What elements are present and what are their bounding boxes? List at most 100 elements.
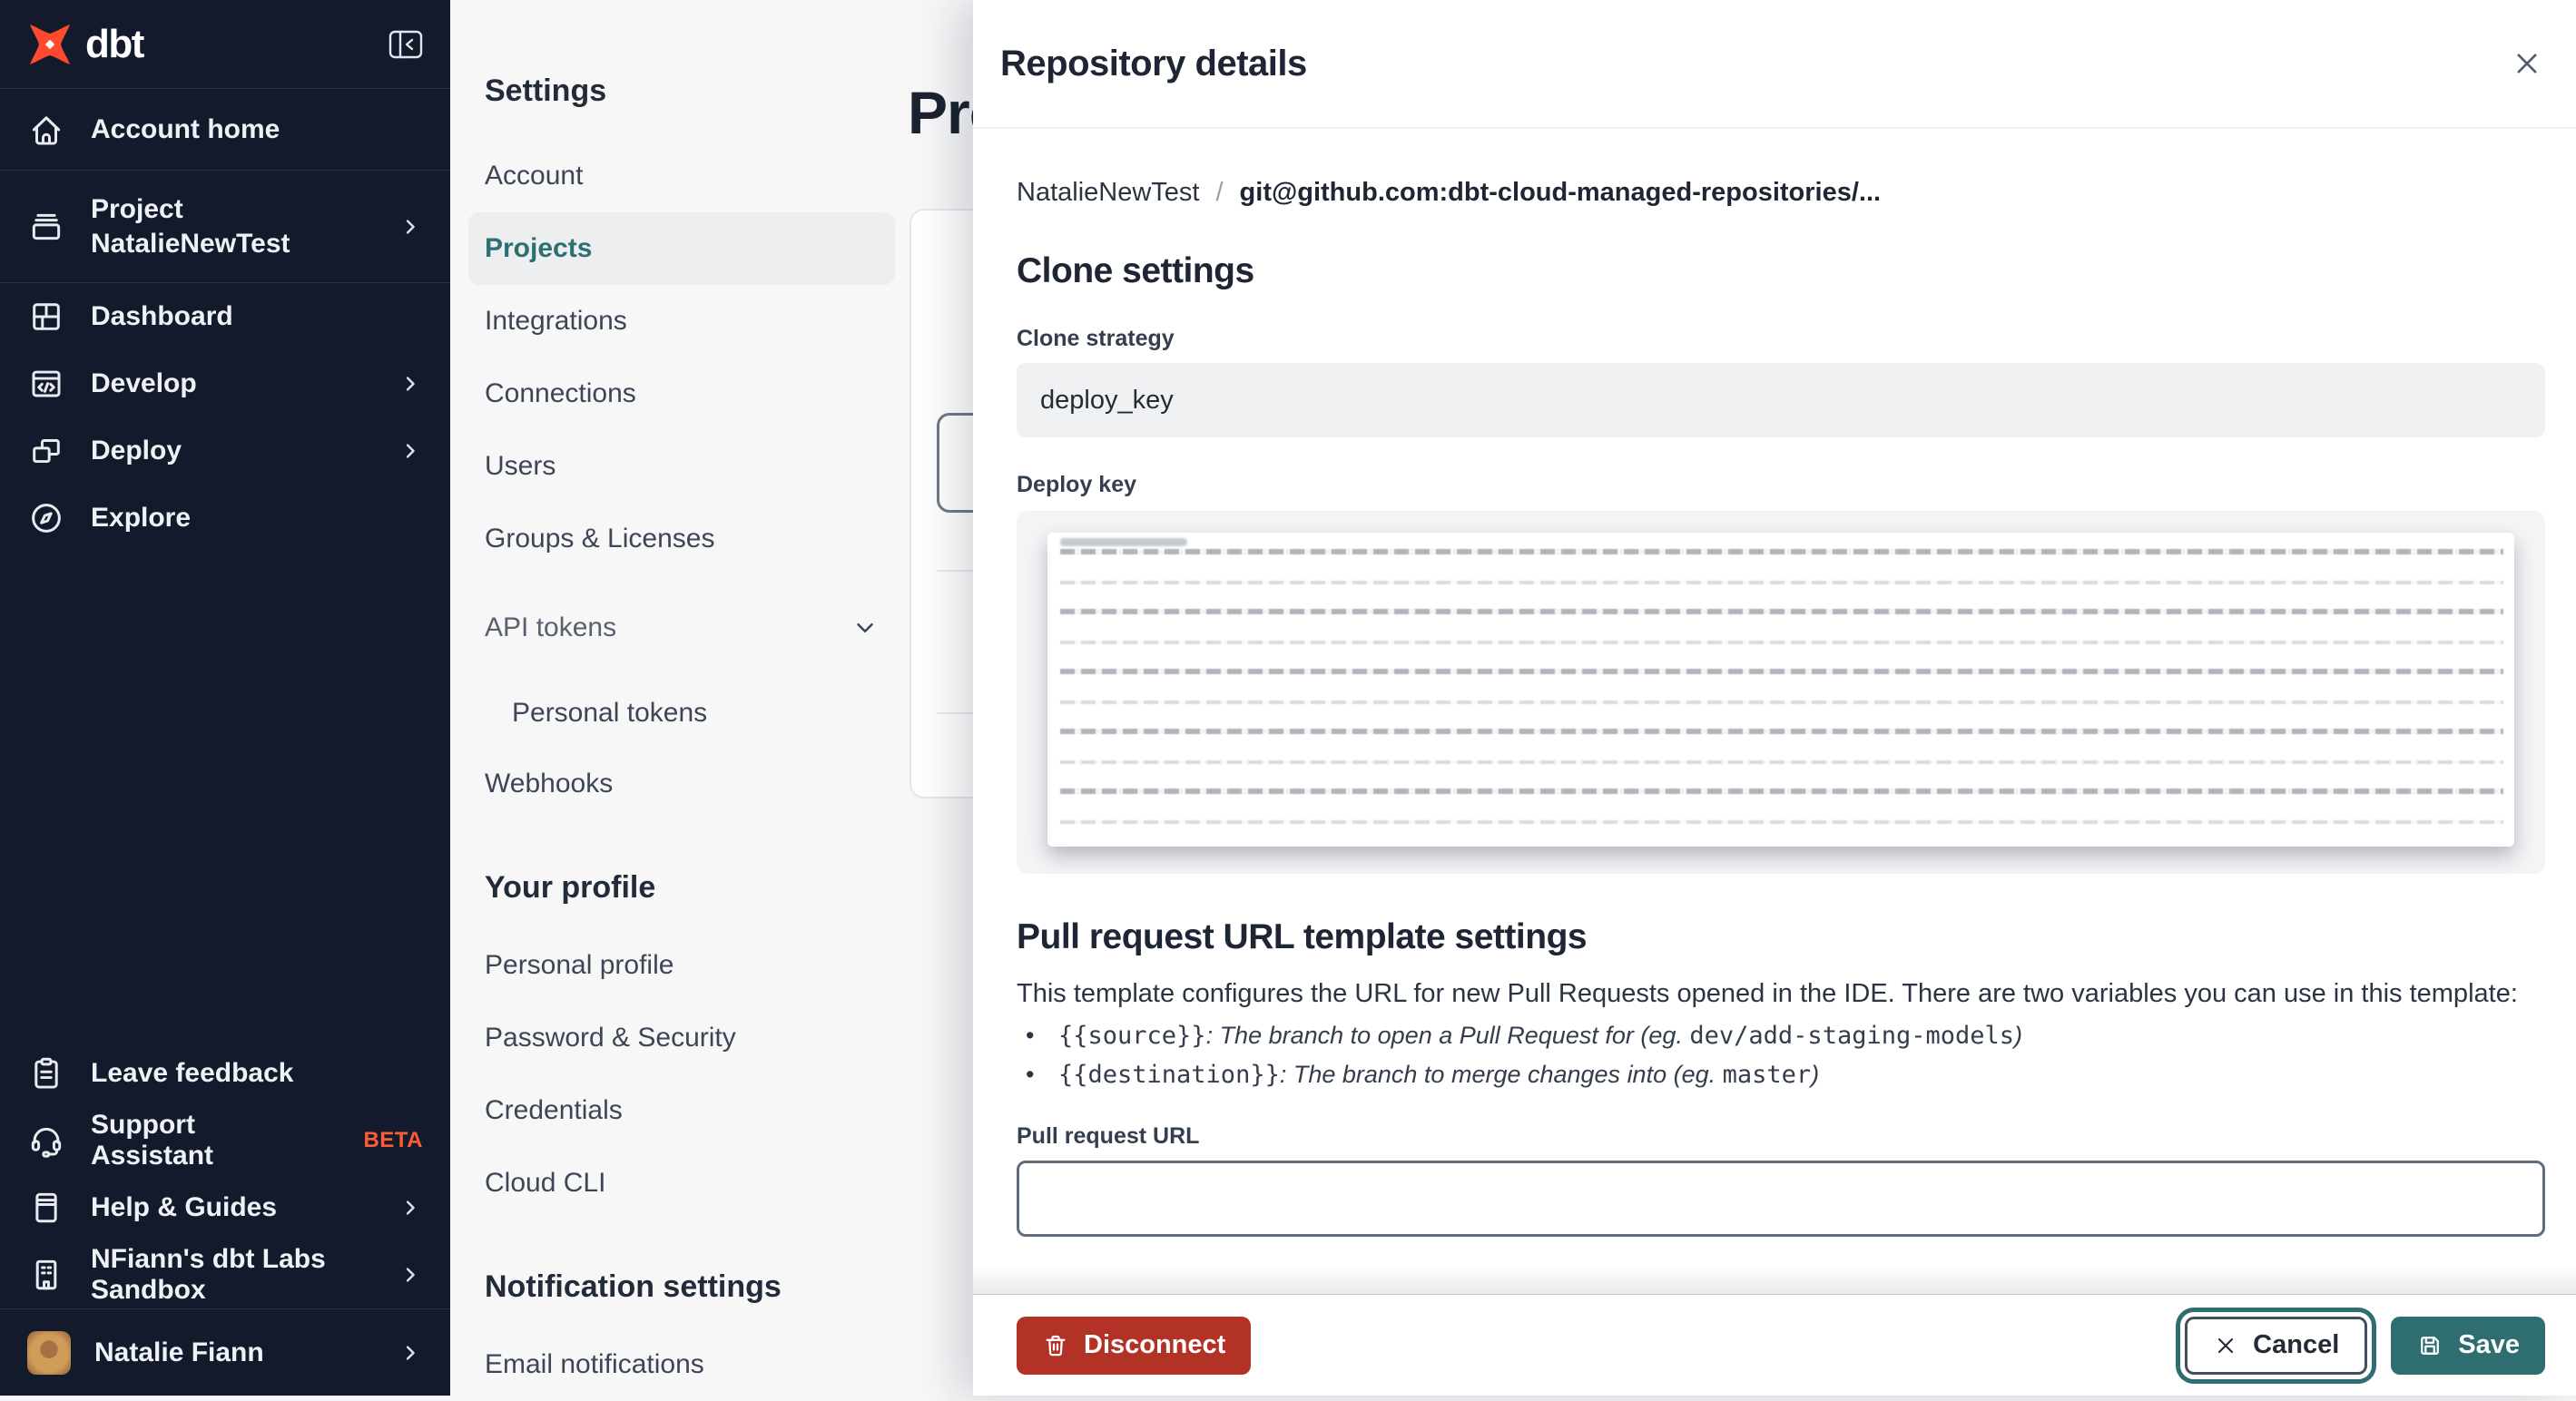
settings-nav-users[interactable]: Users [468, 430, 895, 503]
close-drawer-button[interactable] [2509, 45, 2545, 82]
dbt-logo: dbt [27, 21, 144, 67]
clone-settings-heading: Clone settings [1017, 251, 1254, 290]
app-sidebar: dbt Account home Project NatalieNewTest … [0, 0, 450, 1396]
chevron-right-icon [406, 1200, 415, 1215]
deploy-windows-icon [33, 438, 60, 464]
chevron-down-icon [857, 623, 873, 632]
variable-close-paren: ) [1811, 1061, 1820, 1088]
drawer-footer-actions: Cancel Save [2176, 1316, 2545, 1375]
building-icon [35, 1259, 57, 1290]
close-icon [2517, 54, 2537, 73]
settings-nav-connections[interactable]: Connections [468, 358, 895, 430]
save-floppy-icon [2421, 1336, 2440, 1355]
sidebar-item-label: Support Assistant [91, 1110, 214, 1171]
list-item: • {{source}} : The branch to open a Pull… [1026, 1022, 2545, 1050]
sidebar-item-leave-feedback[interactable]: Leave feedback [0, 1040, 450, 1107]
save-button[interactable]: Save [2391, 1316, 2545, 1375]
dbt-logo-icon [30, 24, 70, 64]
variable-description: : The branch to open a Pull Request for … [1205, 1022, 1690, 1049]
sidebar-item-label: Explore [91, 503, 192, 533]
drawer-title: Repository details [1000, 43, 1307, 83]
drawer-header: Repository details [973, 0, 2576, 129]
repository-details-drawer: Repository details NatalieNewTest / git@… [973, 0, 2576, 1396]
sidebar-item-project[interactable]: Project NatalieNewTest [0, 171, 450, 283]
sidebar-item-label: NFiann's dbt Labs Sandbox [91, 1244, 326, 1305]
variable-example: dev/add-staging-models [1689, 1022, 2015, 1050]
breadcrumb: NatalieNewTest / git@github.com:dbt-clou… [1017, 178, 2545, 208]
settings-nav-cloud-cli[interactable]: Cloud CLI [468, 1147, 895, 1220]
chevron-right-icon [406, 1345, 415, 1360]
settings-nav-email-notifications[interactable]: Email notifications [468, 1328, 895, 1401]
sidebar-bottom: Leave feedback Support Assistant BETA He… [0, 1040, 450, 1396]
sidebar-nav: Account home Project NatalieNewTest Dash… [0, 89, 450, 552]
settings-nav-webhooks[interactable]: Webhooks [468, 748, 895, 820]
sidebar-item-account-switcher[interactable]: NFiann's dbt Labs Sandbox [0, 1241, 450, 1308]
book-icon [35, 1192, 57, 1223]
pr-template-variables-list: • {{source}} : The branch to open a Pull… [1017, 1022, 2545, 1089]
sidebar-item-support-assistant[interactable]: Support Assistant BETA [0, 1107, 450, 1174]
drawer-footer: Disconnect Cancel Save [973, 1264, 2576, 1396]
sidebar-item-label: Deploy [91, 436, 182, 465]
settings-nav-personal-profile[interactable]: Personal profile [468, 929, 895, 1002]
variable-close-paren: ) [2014, 1022, 2023, 1049]
dbt-logo-text: dbt [85, 21, 144, 66]
collapse-sidebar-icon [388, 30, 423, 58]
settings-nav-password-security[interactable]: Password & Security [468, 1002, 895, 1074]
bullet-glyph: • [1026, 1022, 1035, 1049]
breadcrumb-repo-url: git@github.com:dbt-cloud-managed-reposit… [1239, 178, 1882, 207]
deploy-key-redacted-content [1047, 533, 2514, 847]
sidebar-item-label: Leave feedback [91, 1058, 294, 1088]
beta-badge: BETA [363, 1128, 423, 1152]
settings-nav: Settings Account Projects Integrations C… [468, 64, 915, 1401]
home-icon [32, 115, 61, 145]
sidebar-item-help-guides[interactable]: Help & Guides [0, 1174, 450, 1241]
sidebar-header: dbt [0, 0, 450, 89]
sidebar-user-menu[interactable]: Natalie Fiann [0, 1308, 450, 1396]
user-avatar [27, 1330, 71, 1375]
pr-url-input[interactable] [1017, 1161, 2545, 1237]
bullet-glyph: • [1026, 1061, 1035, 1088]
sidebar-item-account-home[interactable]: Account home [0, 89, 450, 171]
pr-url-label: Pull request URL [1017, 1123, 1200, 1149]
chevron-right-icon [406, 219, 415, 234]
variable-example: master [1722, 1061, 1812, 1089]
settings-nav-account[interactable]: Account [468, 140, 895, 212]
sidebar-item-deploy[interactable]: Deploy [0, 417, 450, 485]
clipboard-icon [34, 1057, 58, 1089]
settings-nav-api-tokens[interactable]: API tokens [468, 592, 895, 664]
settings-nav-personal-tokens[interactable]: Personal tokens [468, 679, 895, 748]
settings-nav-projects[interactable]: Projects [468, 212, 895, 285]
settings-nav-groups-licenses[interactable]: Groups & Licenses [468, 503, 895, 575]
sidebar-item-label: Develop [91, 368, 197, 398]
chevron-right-icon [406, 377, 415, 391]
disconnect-button[interactable]: Disconnect [1017, 1316, 1252, 1375]
pr-template-description: This template configures the URL for new… [1017, 979, 2518, 1008]
develop-code-icon [32, 370, 61, 397]
explore-compass-icon [32, 504, 61, 533]
variable-description: : The branch to merge changes into (eg. [1279, 1061, 1723, 1088]
clone-strategy-value: deploy_key [1017, 363, 2545, 437]
settings-nav-integrations[interactable]: Integrations [468, 285, 895, 358]
chevron-right-icon [406, 444, 415, 458]
user-name: Natalie Fiann [94, 1337, 264, 1367]
sidebar-item-dashboard[interactable]: Dashboard [0, 283, 450, 350]
sidebar-item-explore[interactable]: Explore [0, 485, 450, 552]
variable-code: {{destination}} [1058, 1061, 1280, 1089]
deploy-key-field[interactable] [1017, 511, 2545, 874]
sidebar-item-label: Account home [91, 113, 280, 144]
chevron-right-icon [406, 1268, 415, 1282]
sidebar-item-label: Dashboard [91, 301, 233, 331]
clone-strategy-label: Clone strategy [1017, 326, 1175, 351]
settings-nav-title: Settings [485, 73, 607, 108]
x-icon [2218, 1337, 2234, 1353]
cancel-button[interactable]: Cancel [2185, 1316, 2368, 1375]
sidebar-item-label: Project NatalieNewTest [91, 194, 290, 259]
headset-icon [31, 1127, 62, 1158]
settings-nav-api-tokens-label: API tokens [485, 612, 617, 642]
project-box-icon [32, 213, 61, 240]
breadcrumb-project: NatalieNewTest [1017, 178, 1200, 207]
settings-nav-credentials[interactable]: Credentials [468, 1074, 895, 1147]
save-button-label: Save [2458, 1330, 2520, 1359]
collapse-sidebar-button[interactable] [388, 30, 423, 59]
sidebar-item-develop[interactable]: Develop [0, 350, 450, 417]
